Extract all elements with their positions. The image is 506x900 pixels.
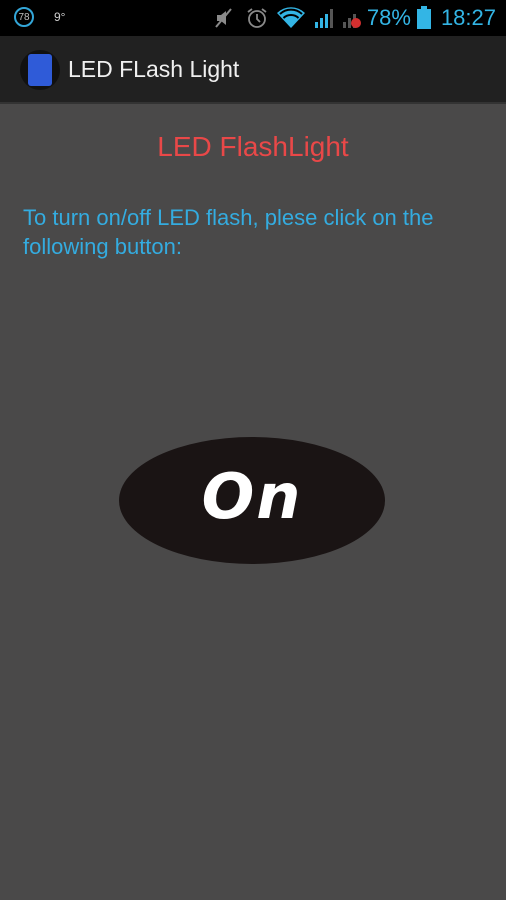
page-headline: LED FlashLight — [157, 131, 349, 162]
temperature-readout: 9° — [54, 10, 66, 24]
battery-percent: 78% — [366, 5, 411, 30]
signal-no-sim-icon — [341, 7, 363, 29]
app-title: LED FLash Light — [68, 56, 240, 82]
flashlight-app-icon[interactable] — [20, 50, 60, 90]
status-bar-left: 78 9° — [14, 7, 65, 27]
status-bar-right: 78% 18:27 — [213, 4, 496, 32]
signal-icon — [313, 7, 335, 29]
wifi-icon — [276, 7, 305, 29]
instructions-text: To turn on/off LED flash, plese click on… — [23, 205, 434, 259]
battery-icon — [416, 6, 431, 30]
muted-icon — [213, 6, 235, 30]
flash-toggle-button[interactable]: On — [119, 437, 385, 564]
status-bar: 78 9° 78% 18:27 — [0, 0, 506, 36]
action-bar: LED FLash Light — [0, 36, 506, 104]
flash-toggle-label: On — [201, 460, 303, 533]
notification-badge: 78 — [14, 7, 34, 27]
alarm-icon — [245, 6, 269, 30]
clock: 18:27 — [440, 5, 496, 30]
